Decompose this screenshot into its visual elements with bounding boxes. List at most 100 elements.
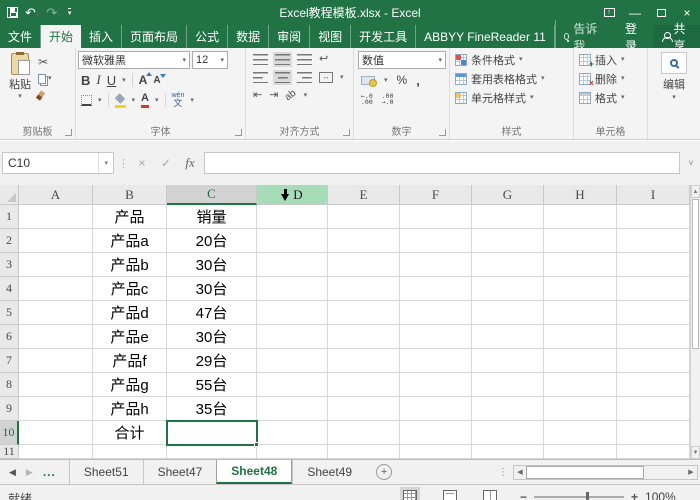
cell-e2[interactable] [328, 229, 400, 253]
cell-e1[interactable] [328, 205, 400, 229]
cell-f10[interactable] [400, 421, 472, 445]
cut-button[interactable]: ✂ [38, 55, 52, 68]
clipboard-dialog-launcher-icon[interactable] [65, 129, 72, 136]
cell-d5[interactable] [257, 301, 328, 325]
cell-f11[interactable] [400, 445, 472, 459]
cell-c5[interactable]: 47台 [167, 301, 257, 325]
cell-h5[interactable] [544, 301, 617, 325]
cell-g6[interactable] [472, 325, 544, 349]
sheet-tab-sheet47[interactable]: Sheet47 [143, 460, 217, 484]
cell-a7[interactable] [19, 349, 93, 373]
cell-b11[interactable] [93, 445, 167, 459]
ribbon-display-options-icon[interactable]: ↑ [596, 0, 622, 25]
number-dialog-launcher-icon[interactable] [439, 129, 446, 136]
cancel-entry-icon[interactable]: × [132, 156, 152, 170]
decrease-font-size-button[interactable]: A [153, 75, 160, 86]
number-format-select[interactable]: 数值▾ [358, 51, 446, 69]
cell-d11[interactable] [257, 445, 328, 459]
cell-g8[interactable] [472, 373, 544, 397]
cell-h3[interactable] [544, 253, 617, 277]
normal-view-icon[interactable] [403, 490, 417, 500]
cell-h4[interactable] [544, 277, 617, 301]
ribbon-tab-home[interactable]: 开始 [41, 25, 81, 48]
copy-button[interactable]: ▾ [38, 72, 52, 85]
fill-color-icon[interactable] [115, 95, 126, 106]
format-cells-button[interactable]: 格式▾ [576, 89, 645, 106]
align-bottom-icon[interactable] [297, 54, 312, 65]
tab-splitter-handle[interactable]: ⋮ [498, 467, 508, 478]
align-top-icon[interactable] [253, 54, 268, 65]
cell-f1[interactable] [400, 205, 472, 229]
cell-g11[interactable] [472, 445, 544, 459]
cell-e11[interactable] [328, 445, 400, 459]
row-header-2[interactable]: 2 [0, 229, 19, 253]
cell-f9[interactable] [400, 397, 472, 421]
ribbon-tab-abbyy[interactable]: ABBYY FineReader 11 [416, 25, 555, 48]
insert-function-icon[interactable]: fx [180, 155, 200, 171]
cell-b5[interactable]: 产品d [93, 301, 167, 325]
row-header-7[interactable]: 7 [0, 349, 19, 373]
italic-button[interactable]: I [96, 72, 100, 88]
minimize-icon[interactable]: — [622, 0, 648, 25]
cell-b4[interactable]: 产品c [93, 277, 167, 301]
cell-d1[interactable] [257, 205, 328, 229]
ribbon-tab-formulas[interactable]: 公式 [187, 25, 228, 48]
selected-cell-outline[interactable] [166, 420, 258, 446]
cell-d10[interactable] [257, 421, 328, 445]
horizontal-scrollbar-thumb[interactable] [526, 466, 644, 479]
cell-g9[interactable] [472, 397, 544, 421]
row-header-1[interactable]: 1 [0, 205, 19, 229]
orientation-icon[interactable]: ab [283, 88, 299, 104]
cell-c8[interactable]: 55台 [167, 373, 257, 397]
cell-i6[interactable] [617, 325, 690, 349]
cell-a8[interactable] [19, 373, 93, 397]
previous-sheet-icon[interactable]: ◀ [9, 467, 16, 478]
ribbon-tab-file[interactable]: 文件 [0, 25, 41, 48]
cell-i5[interactable] [617, 301, 690, 325]
cell-d6[interactable] [257, 325, 328, 349]
conditional-formatting-button[interactable]: 条件格式▾ [452, 51, 571, 68]
font-color-icon[interactable]: A [141, 92, 149, 107]
column-header-i[interactable]: I [617, 185, 690, 205]
name-box-dropdown-icon[interactable]: ▾ [98, 153, 113, 173]
align-right-icon[interactable] [297, 72, 312, 83]
ribbon-tab-developer[interactable]: 开发工具 [351, 25, 416, 48]
cell-h8[interactable] [544, 373, 617, 397]
cell-f8[interactable] [400, 373, 472, 397]
row-header-10[interactable]: 10 [0, 421, 19, 445]
cell-a3[interactable] [19, 253, 93, 277]
ribbon-tab-insert[interactable]: 插入 [81, 25, 122, 48]
increase-font-size-button[interactable]: A [139, 73, 148, 87]
cell-a11[interactable] [19, 445, 93, 459]
sheet-tab-sheet48[interactable]: Sheet48 [216, 460, 292, 484]
decrease-decimal-icon[interactable]: .00 →.0 [382, 93, 394, 106]
insert-cells-button[interactable]: + 插入▾ [576, 51, 645, 68]
cell-h9[interactable] [544, 397, 617, 421]
merge-center-icon[interactable]: ↔ [319, 72, 333, 83]
cell-c4[interactable]: 30台 [167, 277, 257, 301]
cell-e4[interactable] [328, 277, 400, 301]
cell-b1[interactable]: 产品 [93, 205, 167, 229]
cell-c3[interactable]: 30台 [167, 253, 257, 277]
row-header-5[interactable]: 5 [0, 301, 19, 325]
cell-h1[interactable] [544, 205, 617, 229]
format-painter-button[interactable] [38, 89, 52, 102]
increase-indent-icon[interactable]: ⇥ [269, 90, 278, 101]
align-left-icon[interactable] [253, 72, 268, 83]
save-icon[interactable] [7, 7, 18, 18]
zoom-out-icon[interactable]: − [520, 492, 527, 500]
column-header-g[interactable]: G [472, 185, 544, 205]
cell-d2[interactable] [257, 229, 328, 253]
cell-b10[interactable]: 合计 [93, 421, 167, 445]
cell-e9[interactable] [328, 397, 400, 421]
font-dialog-launcher-icon[interactable] [235, 129, 242, 136]
cell-f4[interactable] [400, 277, 472, 301]
column-header-c[interactable]: C [167, 185, 257, 205]
cell-c1[interactable]: 销量 [167, 205, 257, 229]
cell-a2[interactable] [19, 229, 93, 253]
cell-f2[interactable] [400, 229, 472, 253]
column-header-h[interactable]: H [544, 185, 617, 205]
cell-g10[interactable] [472, 421, 544, 445]
cell-a6[interactable] [19, 325, 93, 349]
cell-f7[interactable] [400, 349, 472, 373]
